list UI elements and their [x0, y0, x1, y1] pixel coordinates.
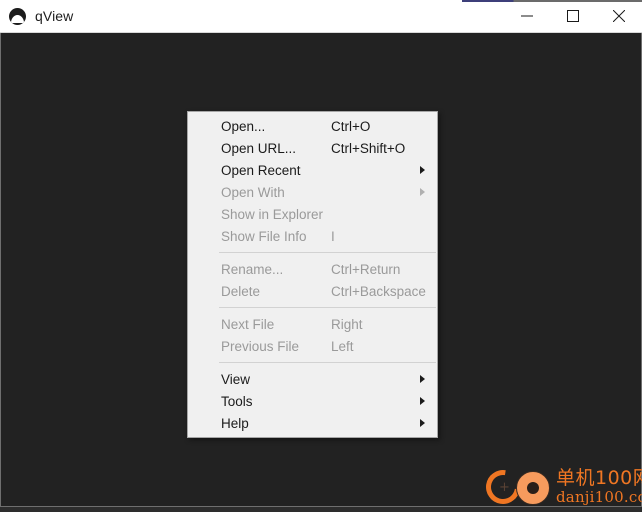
submenu-arrow-icon [420, 375, 425, 383]
danji100-logo-icon: + [479, 463, 556, 511]
menu-item-shortcut: Ctrl+Backspace [331, 283, 426, 299]
context-menu[interactable]: Open... Ctrl+O Open URL... Ctrl+Shift+O Open… [187, 111, 438, 438]
menu-separator [219, 307, 436, 308]
menu-item-show-file-info: Show File Info I [188, 225, 437, 247]
menu-item-shortcut: Ctrl+Shift+O [331, 140, 406, 156]
menu-item-label: Open With [221, 184, 285, 200]
window-title: qView [35, 8, 74, 24]
menu-item-next-file: Next File Right [188, 313, 437, 335]
menu-item-label: Previous File [221, 338, 300, 354]
maximize-icon [567, 10, 579, 22]
menu-item-label: Show File Info [221, 228, 307, 244]
submenu-arrow-icon [420, 419, 425, 427]
watermark-cn-text: 单机100网 [556, 467, 642, 489]
maximize-button[interactable] [550, 0, 596, 32]
title-bar[interactable]: qView [0, 0, 642, 33]
top-accent-line [0, 0, 642, 2]
minimize-icon [521, 15, 533, 17]
menu-separator [219, 362, 436, 363]
close-button[interactable] [596, 0, 642, 32]
menu-item-show-in-explorer: Show in Explorer [188, 203, 437, 225]
submenu-arrow-icon [420, 397, 425, 405]
menu-item-label: Delete [221, 283, 261, 299]
menu-item-label: Next File [221, 316, 275, 332]
menu-item-previous-file: Previous File Left [188, 335, 437, 357]
menu-item-label: Show in Explorer [221, 206, 324, 222]
submenu-arrow-icon [420, 188, 425, 196]
menu-item-label: Open... [221, 118, 266, 134]
menu-item-label: Open Recent [221, 162, 301, 178]
close-icon [613, 10, 625, 22]
menu-separator [219, 252, 436, 253]
menu-item-shortcut: Ctrl+O [331, 118, 371, 134]
menu-item-shortcut: I [331, 228, 335, 244]
minimize-button[interactable] [504, 0, 550, 32]
app-icon [9, 7, 26, 25]
watermark: + 单机100网 danji100.com [479, 462, 642, 512]
menu-item-shortcut: Right [331, 316, 363, 332]
qview-window: qView Open... Ctrl+O Open URL... Ctrl+Shift… [0, 0, 642, 512]
menu-item-delete: Delete Ctrl+Backspace [188, 280, 437, 302]
menu-item-shortcut: Left [331, 338, 354, 354]
menu-item-open-recent[interactable]: Open Recent [188, 159, 437, 181]
menu-item-label: Open URL... [221, 140, 297, 156]
menu-item-open-with: Open With [188, 181, 437, 203]
menu-item-view[interactable]: View [188, 368, 437, 390]
submenu-arrow-icon [420, 166, 425, 174]
window-left-border [0, 33, 1, 512]
menu-item-label: Tools [221, 393, 253, 409]
menu-item-shortcut: Ctrl+Return [331, 261, 401, 277]
menu-item-label: View [221, 371, 251, 387]
menu-item-label: Rename... [221, 261, 284, 277]
watermark-url-text: danji100.com [556, 488, 642, 506]
menu-item-label: Help [221, 415, 249, 431]
menu-item-rename: Rename... Ctrl+Return [188, 258, 437, 280]
menu-item-open-url[interactable]: Open URL... Ctrl+Shift+O [188, 137, 437, 159]
menu-item-open[interactable]: Open... Ctrl+O [188, 115, 437, 137]
menu-item-tools[interactable]: Tools [188, 390, 437, 412]
menu-item-help[interactable]: Help [188, 412, 437, 434]
